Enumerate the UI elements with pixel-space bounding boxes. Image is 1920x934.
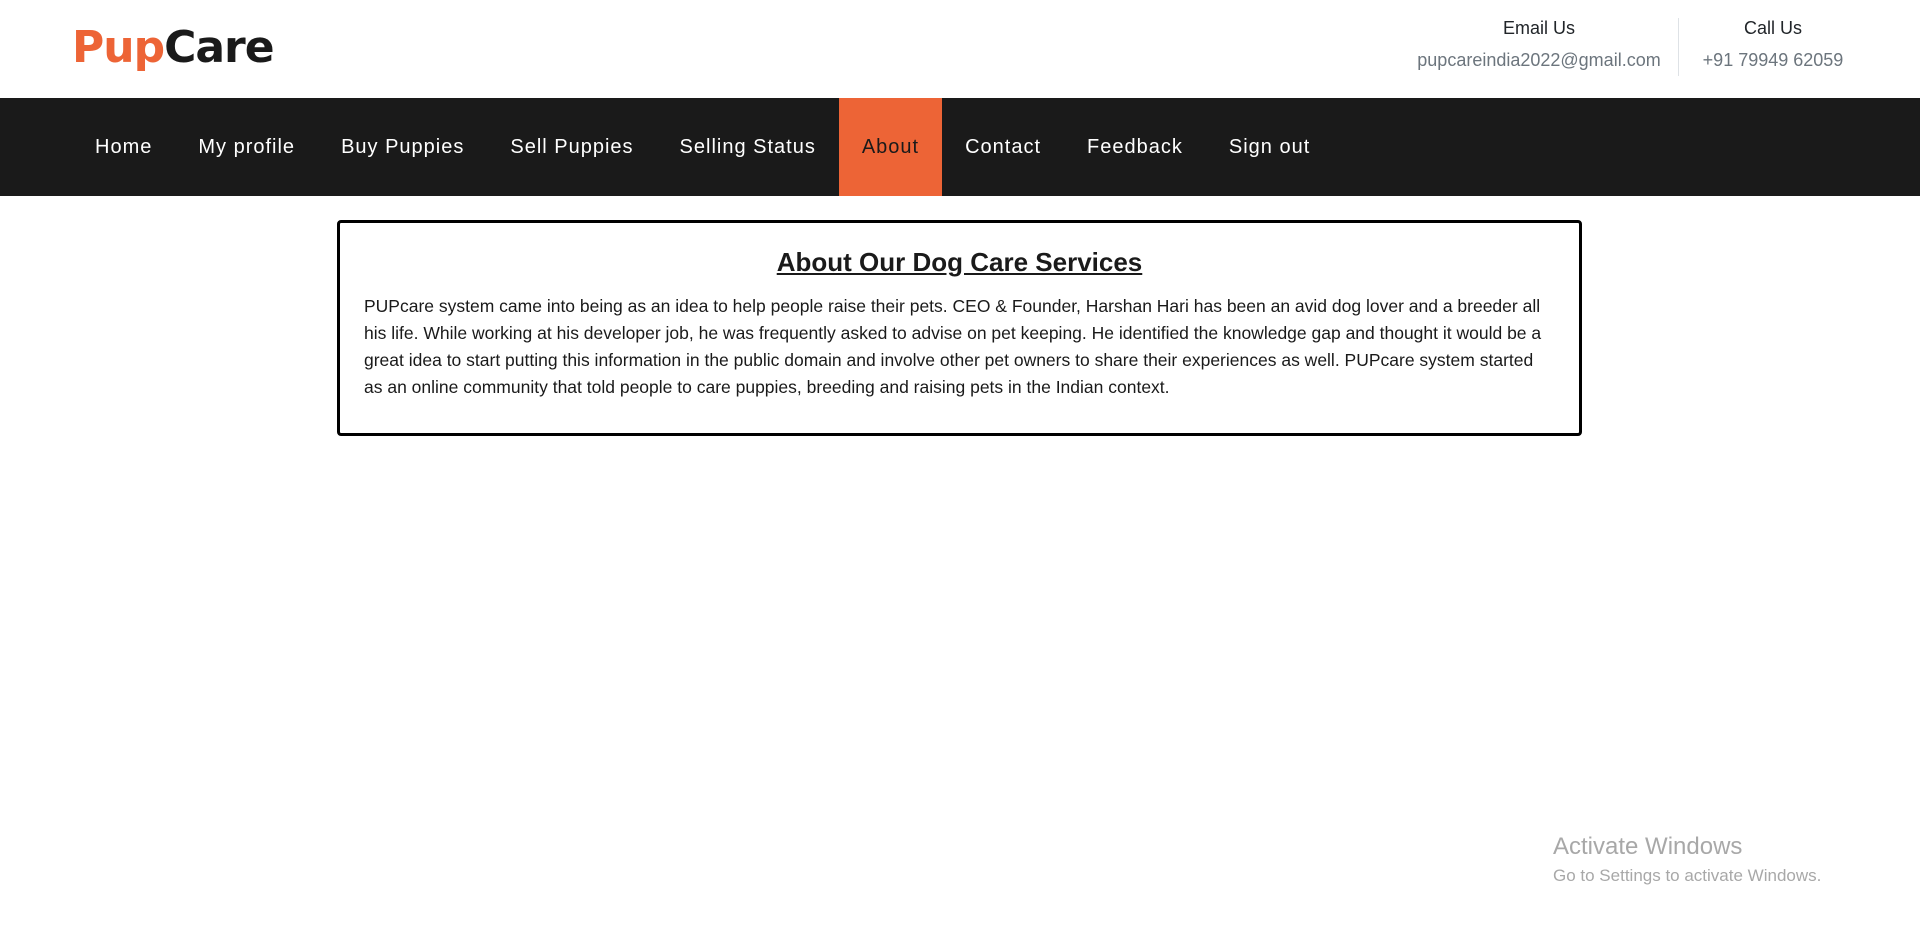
nav-item-sell-puppies[interactable]: Sell Puppies xyxy=(487,98,656,196)
watermark-subtitle: Go to Settings to activate Windows. xyxy=(1553,866,1822,885)
nav-item-about[interactable]: About xyxy=(838,98,943,196)
nav-item-feedback[interactable]: Feedback xyxy=(1064,98,1206,196)
email-contact: Email Us pupcareindia2022@gmail.com xyxy=(1410,18,1668,76)
about-title: About Our Dog Care Services xyxy=(776,247,1143,277)
nav-item-home[interactable]: Home xyxy=(72,98,175,196)
about-card: About Our Dog Care Services PUPcare syst… xyxy=(337,220,1582,436)
nav-item-buy-puppies[interactable]: Buy Puppies xyxy=(318,98,487,196)
watermark-title: Activate Windows xyxy=(1553,833,1743,860)
nav-item-selling-status[interactable]: Selling Status xyxy=(657,98,839,196)
email-value[interactable]: pupcareindia2022@gmail.com xyxy=(1410,50,1668,70)
top-header: PupCare Email Us pupcareindia2022@gmail.… xyxy=(0,0,1920,98)
nav-list: Home My profile Buy Puppies Sell Puppies… xyxy=(72,98,1333,196)
phone-label: Call Us xyxy=(1743,18,1802,38)
logo-pup: Pup xyxy=(72,22,165,73)
about-body: PUPcare system came into being as an ide… xyxy=(364,296,1542,397)
phone-contact: Call Us +91 79949 62059 xyxy=(1680,18,1866,76)
email-label: Email Us xyxy=(1502,18,1575,38)
activate-windows-watermark: Activate Windows Go to Settings to activ… xyxy=(1553,832,1821,888)
main-navbar: Home My profile Buy Puppies Sell Puppies… xyxy=(0,98,1920,196)
nav-item-contact[interactable]: Contact xyxy=(942,98,1064,196)
nav-item-my-profile[interactable]: My profile xyxy=(175,98,318,196)
nav-item-sign-out[interactable]: Sign out xyxy=(1206,98,1333,196)
contact-divider xyxy=(1678,18,1679,76)
phone-value[interactable]: +91 79949 62059 xyxy=(1680,50,1866,70)
logo[interactable]: PupCare xyxy=(72,18,275,78)
logo-care: Care xyxy=(164,22,275,73)
